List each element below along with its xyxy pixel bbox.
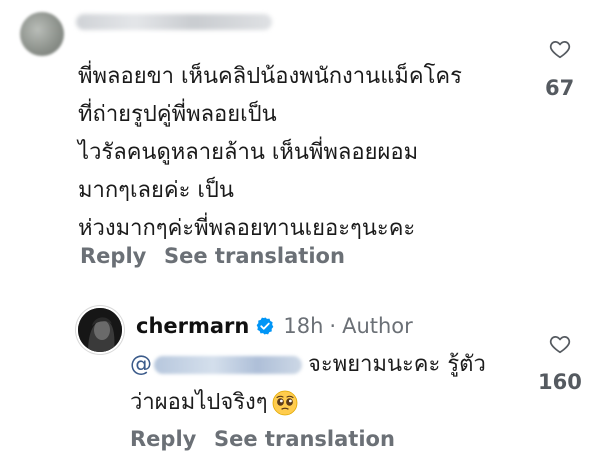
pleading-face-emoji-icon [272, 390, 298, 416]
comment-like-count: 67 [545, 76, 575, 100]
reply-text-line-2: ว่าผอมไปจริงๆ [130, 390, 268, 415]
comment-line: พี่พลอยขา เห็นคลิปน้องพนักงานแม็คโคร [78, 64, 462, 89]
reply-time: 18h [283, 314, 324, 338]
mention-username-redacted[interactable] [154, 356, 302, 374]
comment-line: ห่วงมากๆค่ะพี่พลอยทานเยอะๆนะคะ [78, 216, 416, 241]
heart-outline-icon[interactable] [549, 333, 571, 355]
comment-body: พี่พลอยขา เห็นคลิปน้องพนักงานแม็คโคร ที่… [78, 58, 528, 248]
mention-link[interactable]: @ [130, 352, 152, 377]
author-role-label: Author [342, 314, 413, 338]
reply-body: @ จะพยามนะคะ รู้ตัว ว่าผอมไปจริงๆ [130, 346, 530, 422]
reply-line-2: ว่าผอมไปจริงๆ [130, 384, 530, 422]
reply-like-count: 160 [538, 370, 582, 394]
reply-text-line-1: จะพยามนะคะ รู้ตัว [308, 352, 486, 377]
author-username[interactable]: chermarn [136, 314, 249, 338]
reply-line-1: @ จะพยามนะคะ รู้ตัว [130, 346, 530, 384]
author-avatar-image [78, 308, 122, 352]
author-avatar[interactable] [78, 308, 122, 352]
reply-reply-button[interactable]: Reply [130, 427, 196, 451]
comment-line: มากๆเลยค่ะ เป็น [78, 178, 234, 203]
comment-reply-button[interactable]: Reply [80, 244, 146, 268]
commenter-avatar[interactable] [20, 12, 64, 56]
heart-outline-icon[interactable] [549, 38, 571, 60]
verified-badge-icon [257, 317, 274, 335]
comment-line: ไวรัลคนดูหลายล้าน เห็นพี่พลอยผอม [78, 140, 419, 165]
comment-line: ที่ถ่ายรูปคู่พี่พลอยเป็น [78, 102, 277, 127]
reply-header: chermarn 18h · Author [136, 314, 413, 338]
meta-separator: · [329, 314, 337, 338]
commenter-username-redacted[interactable] [76, 14, 272, 30]
reply-see-translation-button[interactable]: See translation [214, 427, 395, 451]
comment-see-translation-button[interactable]: See translation [164, 244, 345, 268]
